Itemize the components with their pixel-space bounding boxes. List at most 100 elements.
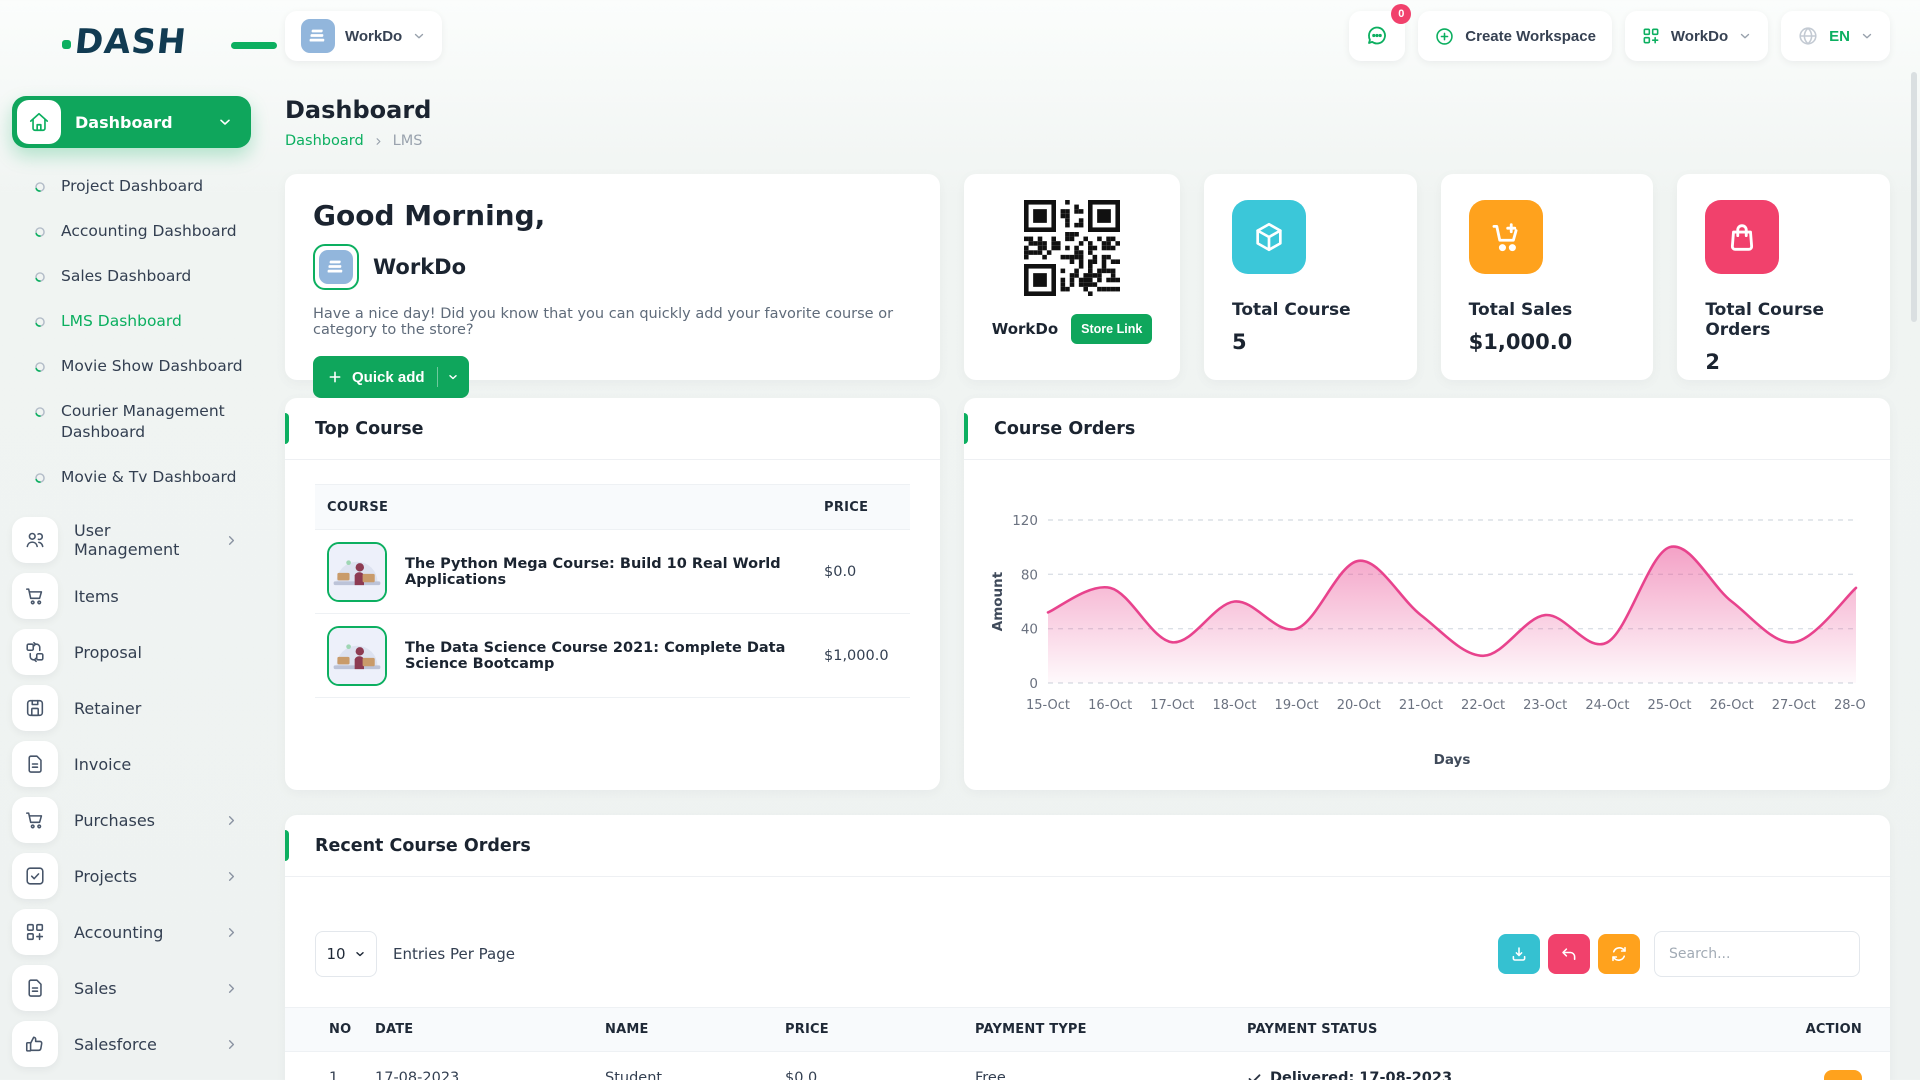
svg-text:25-Oct: 25-Oct — [1647, 698, 1691, 713]
chevron-right-icon — [224, 533, 239, 548]
stat-card-total-course: Total Course5 — [1204, 174, 1417, 380]
store-link-button[interactable]: Store Link — [1071, 314, 1152, 344]
breadcrumb-dashboard-link[interactable]: Dashboard — [285, 133, 364, 149]
entries-per-page-select[interactable]: 10 — [315, 931, 377, 977]
svg-text:120: 120 — [1012, 513, 1038, 529]
svg-text:22-Oct: 22-Oct — [1461, 698, 1505, 713]
course-orders-chart: 0408012015-Oct16-Oct17-Oct18-Oct19-Oct20… — [964, 460, 1890, 774]
thumbs-up-icon — [24, 1033, 46, 1055]
company-menu-label: WorkDo — [1671, 28, 1728, 45]
top-course-title: Top Course — [315, 419, 424, 439]
recent-orders-table: NODATENAMEPRICEPAYMENT TYPEPAYMENT STATU… — [285, 1007, 1890, 1080]
quick-add-label: Quick add — [352, 369, 425, 386]
svg-text:19-Oct: 19-Oct — [1275, 698, 1319, 713]
shopping-bag-icon — [1725, 220, 1759, 254]
sidebar-subitem-lms-dashboard[interactable]: LMS Dashboard — [34, 299, 251, 344]
sidebar-item-proposal[interactable]: Proposal — [12, 624, 251, 680]
menu-item-label: Sales — [74, 979, 208, 998]
menu-iconbox — [12, 853, 58, 899]
undo-button[interactable] — [1548, 934, 1590, 974]
chat-icon — [1365, 24, 1389, 48]
top-course-card: Top Course COURSE PRICE The Python Mega … — [285, 398, 940, 790]
bullet-icon — [34, 271, 46, 283]
sidebar-item-accounting[interactable]: Accounting — [12, 904, 251, 960]
course-name: The Data Science Course 2021: Complete D… — [405, 640, 824, 672]
table-tool-buttons — [1498, 934, 1640, 974]
download-button[interactable] — [1498, 934, 1540, 974]
plus-icon — [327, 369, 343, 385]
main-content: WorkDo 0 Create Workspace — [265, 0, 1920, 1080]
chevron-down-icon — [412, 29, 426, 43]
language-selector[interactable]: EN — [1781, 11, 1890, 61]
quick-add-button[interactable]: Quick add — [313, 356, 469, 398]
menu-iconbox — [12, 685, 58, 731]
sidebar-item-sales[interactable]: Sales — [12, 960, 251, 1016]
grid-plus-icon — [1641, 26, 1661, 46]
store-qr-card: WorkDo Store Link — [964, 174, 1180, 380]
sidebar-subitem-accounting-dashboard[interactable]: Accounting Dashboard — [34, 209, 251, 254]
menu-item-label: Items — [74, 587, 239, 606]
column-action: ACTION — [1780, 1008, 1890, 1052]
sidebar-item-salesforce[interactable]: Salesforce — [12, 1016, 251, 1072]
chevron-right-icon — [224, 1037, 239, 1052]
cell-payment-type: Free — [975, 1052, 1247, 1080]
sidebar-subitem-movie-tv-dashboard[interactable]: Movie & Tv Dashboard — [34, 455, 251, 500]
sidebar-item-user-management[interactable]: User Management — [12, 512, 251, 568]
table-row: 117-08-2023Student$0.0FreeDelivered: 17-… — [285, 1052, 1890, 1080]
entries-per-page-value: 10 — [326, 945, 345, 963]
menu-item-label: Retainer — [74, 699, 239, 718]
sidebar-item-projects[interactable]: Projects — [12, 848, 251, 904]
logo-dot-icon — [62, 40, 71, 49]
stat-iconbox — [1705, 200, 1779, 274]
top-course-header: Top Course — [285, 398, 940, 460]
svg-text:18-Oct: 18-Oct — [1212, 698, 1256, 713]
sidebar-item-purchases[interactable]: Purchases — [12, 792, 251, 848]
proposal-icon — [24, 641, 46, 663]
sidebar-subitem-project-dashboard[interactable]: Project Dashboard — [34, 164, 251, 209]
cell-payment-status: Delivered: 17-08-2023 — [1247, 1052, 1780, 1080]
workdo-workspace-icon — [319, 250, 353, 284]
sidebar-item-items[interactable]: Items — [12, 568, 251, 624]
qr-company-name: WorkDo — [992, 320, 1058, 338]
sidebar-subitem-movie-show-dashboard[interactable]: Movie Show Dashboard — [34, 344, 251, 389]
stats-row: Good Morning, WorkDo Have a nice day! Di… — [285, 174, 1890, 380]
workdo-workspace-icon — [301, 19, 335, 53]
qr-code — [1024, 200, 1120, 300]
course-price: $0.0 — [824, 564, 910, 580]
stat-card-total-sales: Total Sales$1,000.0 — [1441, 174, 1654, 380]
create-workspace-label: Create Workspace — [1465, 28, 1596, 45]
menu-item-label: User Management — [74, 521, 208, 559]
sidebar-item-retainer[interactable]: Retainer — [12, 680, 251, 736]
workspace-switcher[interactable]: WorkDo — [285, 11, 442, 61]
sidebar-item-dashboard[interactable]: Dashboard — [12, 96, 251, 148]
refresh-button[interactable] — [1598, 934, 1640, 974]
chevron-down-icon — [354, 948, 366, 960]
menu-iconbox — [12, 1021, 58, 1067]
top-course-row[interactable]: The Data Science Course 2021: Complete D… — [315, 614, 910, 698]
sidebar-item-invoice[interactable]: Invoice — [12, 736, 251, 792]
view-order-button[interactable] — [1824, 1070, 1862, 1080]
page-head: Dashboard Dashboard LMS — [285, 96, 1890, 149]
menu-iconbox — [12, 797, 58, 843]
sidebar-subitem-sales-dashboard[interactable]: Sales Dashboard — [34, 254, 251, 299]
page-scrollbar[interactable] — [1911, 72, 1917, 322]
messages-button[interactable]: 0 — [1349, 11, 1405, 61]
qr-footer: WorkDo Store Link — [992, 314, 1153, 344]
search-input[interactable] — [1654, 931, 1860, 977]
topbar: WorkDo 0 Create Workspace — [285, 10, 1890, 62]
sidebar-subitem-courier-management-dashboard[interactable]: Courier Management Dashboard — [34, 389, 251, 455]
menu-iconbox — [12, 517, 58, 563]
chevron-down-icon — [447, 371, 459, 383]
check-icon — [1247, 1071, 1262, 1080]
company-menu-button[interactable]: WorkDo — [1625, 11, 1768, 61]
column-date: DATE — [375, 1008, 605, 1052]
course-name: The Python Mega Course: Build 10 Real Wo… — [405, 556, 824, 588]
svg-text:16-Oct: 16-Oct — [1088, 698, 1132, 713]
svg-text:26-Oct: 26-Oct — [1710, 698, 1754, 713]
stat-value: 5 — [1232, 330, 1389, 354]
cell-price: $0.0 — [785, 1052, 975, 1080]
quick-add-caret[interactable] — [437, 367, 459, 387]
create-workspace-button[interactable]: Create Workspace — [1418, 11, 1612, 61]
cell-name: Student — [605, 1052, 785, 1080]
top-course-row[interactable]: The Python Mega Course: Build 10 Real Wo… — [315, 530, 910, 614]
